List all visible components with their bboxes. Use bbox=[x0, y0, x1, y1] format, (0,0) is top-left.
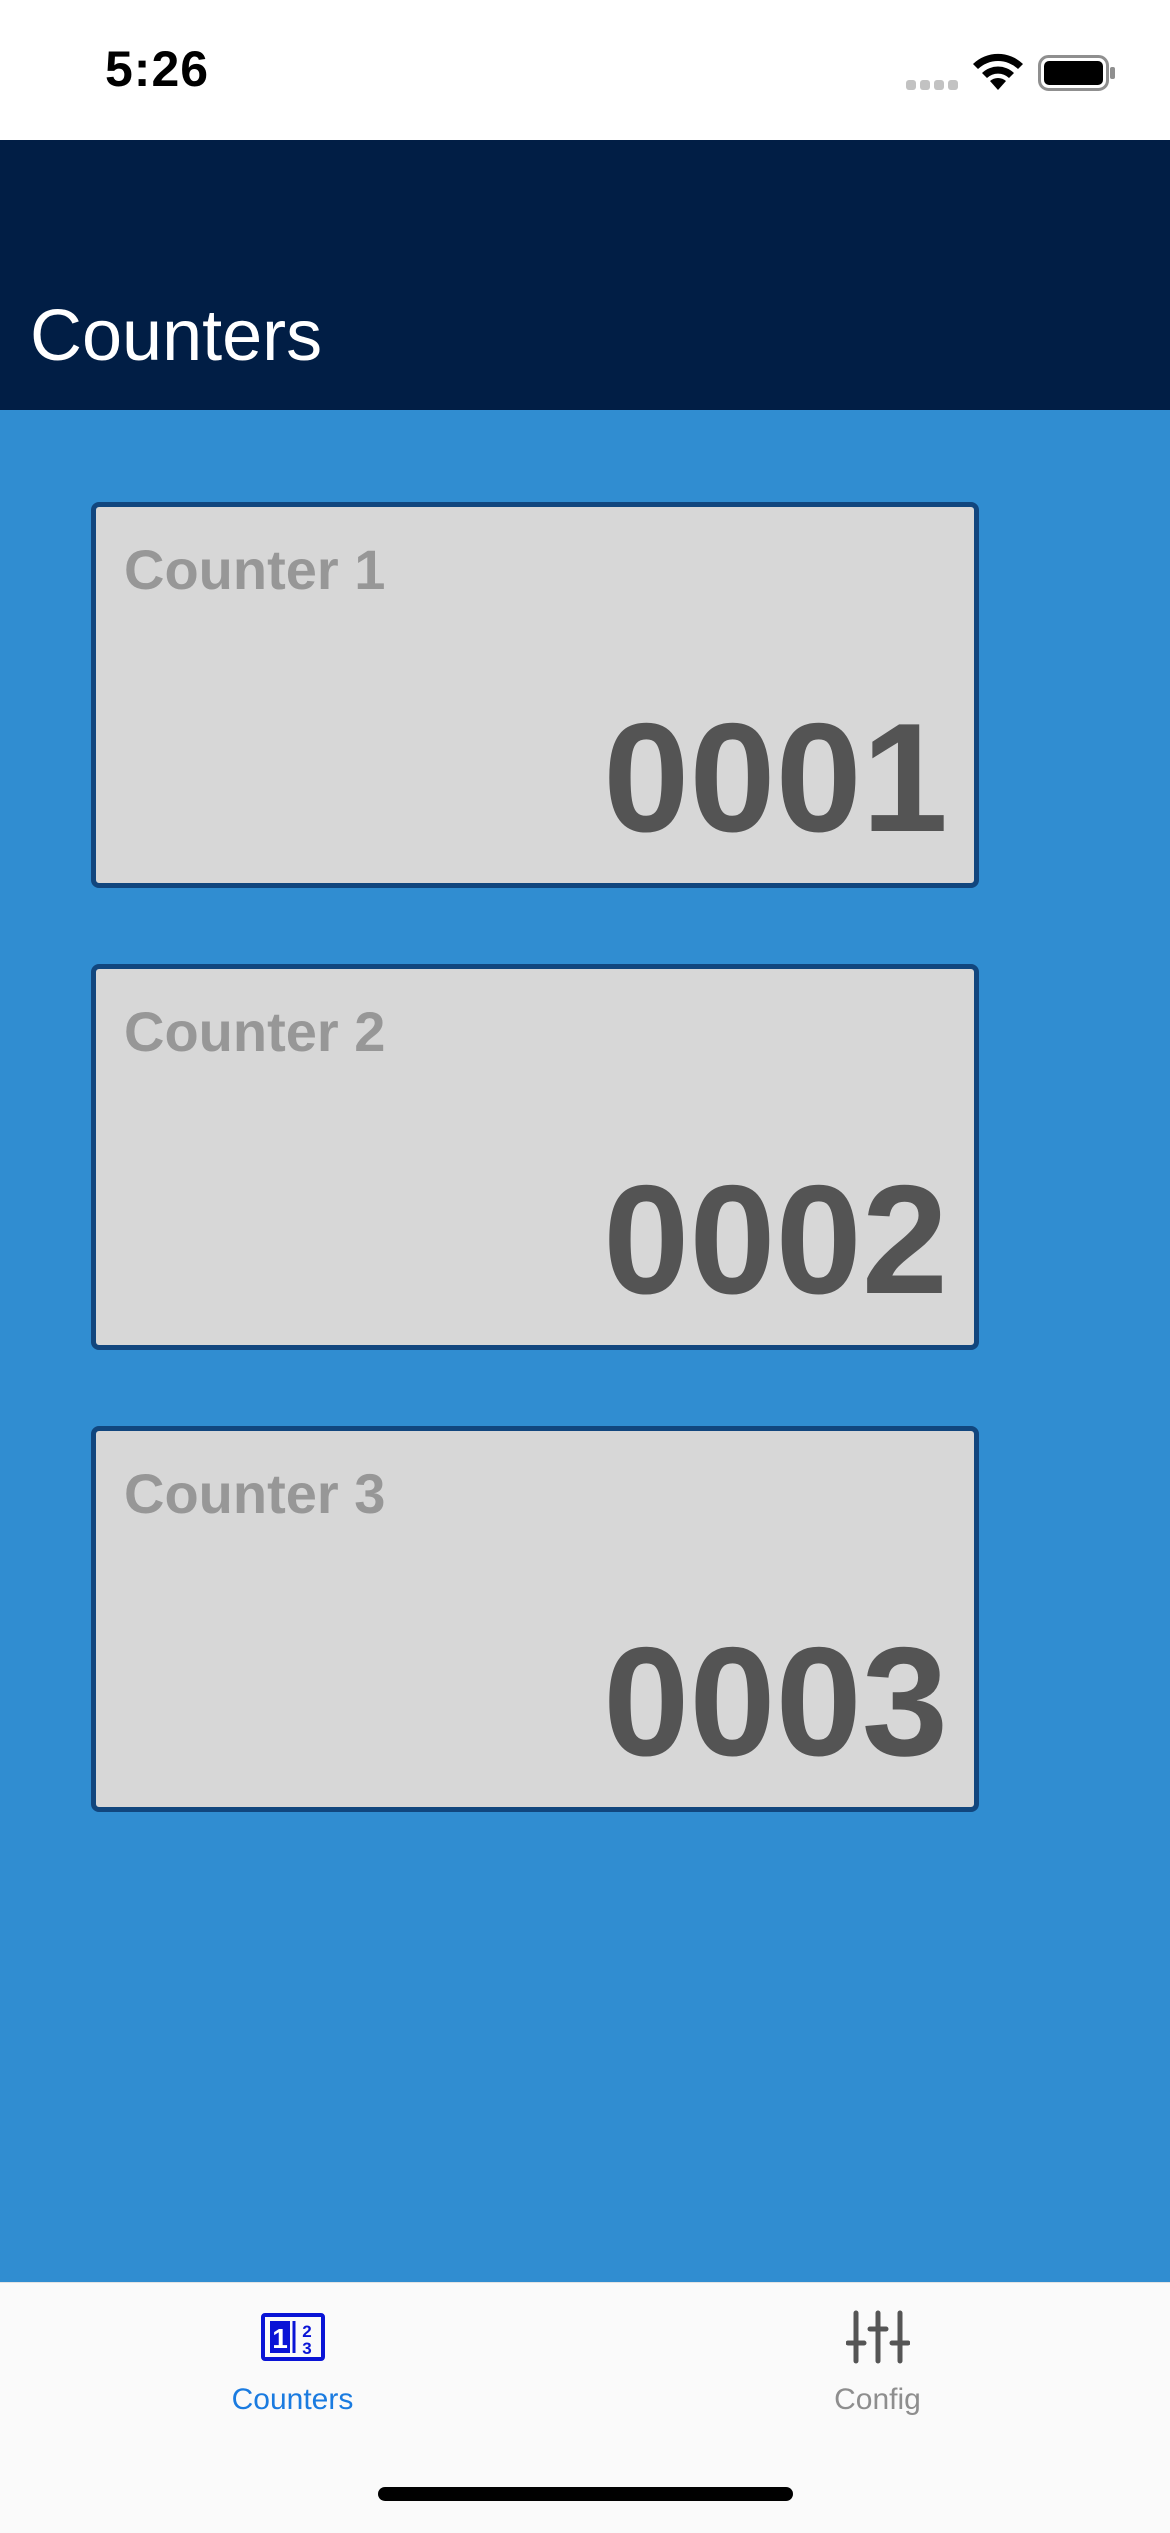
tab-counters[interactable]: 1 2 3 Counters bbox=[0, 2283, 585, 2443]
navigation-header: Counters bbox=[0, 140, 1170, 410]
counter-value: 0002 bbox=[603, 1153, 948, 1326]
status-bar: 5:26 bbox=[0, 0, 1170, 140]
counter-card-1[interactable]: Counter 1 0001 bbox=[91, 502, 979, 888]
svg-text:3: 3 bbox=[302, 2339, 311, 2358]
counter-card-2[interactable]: Counter 2 0002 bbox=[91, 964, 979, 1350]
wifi-icon bbox=[973, 53, 1023, 90]
tab-label: Counters bbox=[231, 2383, 354, 2416]
counter-value: 0003 bbox=[603, 1615, 948, 1788]
svg-text:1: 1 bbox=[272, 2323, 288, 2354]
sliders-icon bbox=[845, 2310, 910, 2364]
counter-label: Counter 3 bbox=[124, 1462, 386, 1525]
counter-value: 0001 bbox=[603, 691, 948, 864]
counter-digits-icon: 1 2 3 bbox=[260, 2313, 325, 2361]
page-title: Counters bbox=[30, 296, 323, 376]
counter-label: Counter 1 bbox=[124, 538, 386, 601]
tab-config[interactable]: Config bbox=[585, 2283, 1170, 2443]
counter-label: Counter 2 bbox=[124, 1000, 386, 1063]
status-time: 5:26 bbox=[105, 41, 210, 97]
battery-icon bbox=[1038, 55, 1115, 91]
tab-label: Config bbox=[834, 2383, 921, 2416]
counter-card-3[interactable]: Counter 3 0003 bbox=[91, 1426, 979, 1812]
home-indicator bbox=[378, 2487, 793, 2501]
cellular-signal-icon bbox=[906, 80, 958, 90]
counters-list: Counter 1 0001 Counter 2 0002 Counter 3 … bbox=[0, 410, 1170, 2282]
